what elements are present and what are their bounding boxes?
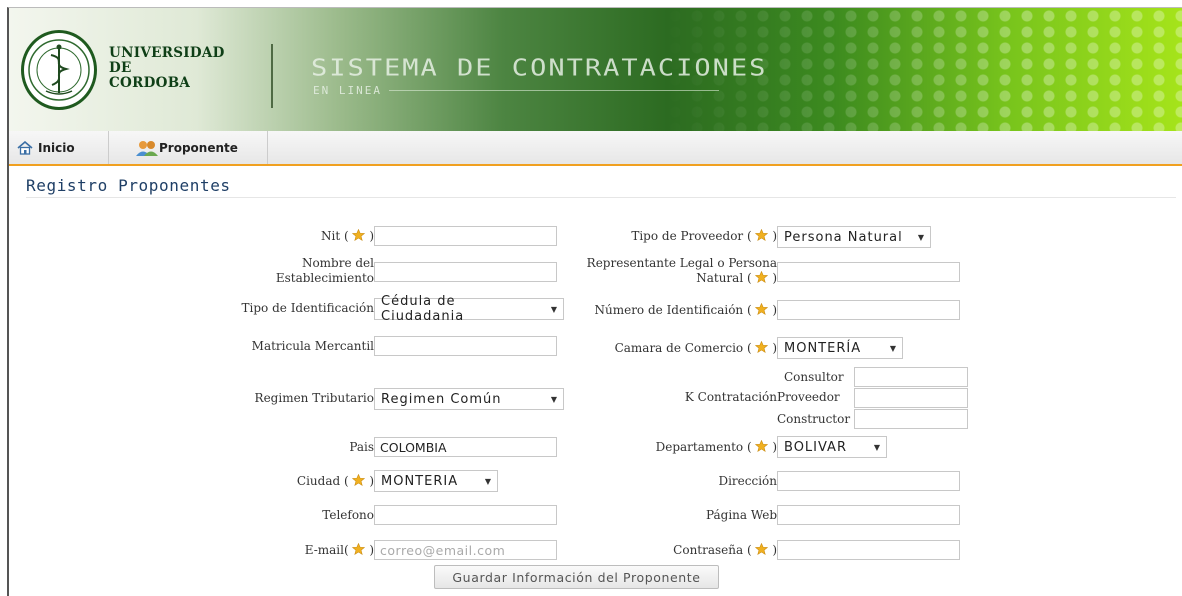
required-star-icon <box>352 543 366 555</box>
ciudad-label: Ciudad ( ) <box>296 474 374 488</box>
nombre-establecimiento-input[interactable] <box>374 262 557 282</box>
camara-comercio-label: Camara de Comercio ( ) <box>614 341 777 355</box>
nit-label: Nit ( ) <box>321 229 374 243</box>
menu-item-proponente[interactable]: Proponente <box>109 131 268 164</box>
contrasena-label: Contraseña ( ) <box>673 543 777 557</box>
k-consultor-label: Consultor <box>784 370 844 384</box>
university-name: UNIVERSIDAD DE CORDOBA <box>109 46 225 91</box>
k-constructor-label: Constructor <box>777 412 851 426</box>
dropdown-arrow-icon: ▼ <box>917 232 924 242</box>
matricula-mercantil-label: Matricula Mercantil <box>251 339 374 353</box>
users-icon <box>135 139 159 157</box>
k-proveedor-input[interactable] <box>854 388 968 408</box>
guardar-proponente-button[interactable]: Guardar Información del Proponente <box>434 565 719 589</box>
required-star-icon <box>755 303 769 315</box>
representante-legal-label: Representante Legal o Persona Natural ( … <box>586 256 777 285</box>
departamento-label: Departamento ( ) <box>655 440 777 454</box>
home-icon <box>17 140 33 155</box>
university-name-line1: UNIVERSIDAD <box>109 45 225 61</box>
dropdown-arrow-icon: ▼ <box>889 343 896 353</box>
direccion-label: Dirección <box>718 474 777 488</box>
tipo-proveedor-select[interactable]: Persona Natural ▼ <box>777 226 931 248</box>
required-star-icon <box>755 440 769 452</box>
departamento-select[interactable]: BOLIVAR ▼ <box>777 436 887 458</box>
system-title: SISTEMA DE CONTRATACIONES <box>311 55 768 82</box>
direccion-input[interactable] <box>777 471 960 491</box>
pais-label: Pais <box>349 440 374 454</box>
header-divider <box>271 44 273 108</box>
tipo-identificacion-select[interactable]: Cédula de Ciudadania ▼ <box>374 294 564 324</box>
nombre-establecimiento-label: Nombre del Establecimiento <box>275 256 374 285</box>
k-consultor-input[interactable] <box>854 367 968 387</box>
dropdown-arrow-icon: ▼ <box>484 476 491 486</box>
title-divider <box>26 197 1176 198</box>
required-star-icon <box>755 341 769 353</box>
app-frame: UNIVERSIDAD DE CORDOBA SISTEMA DE CONTRA… <box>7 7 1182 596</box>
k-contratacion-label: K Contratación <box>684 390 777 404</box>
page-title: Registro Proponentes <box>26 176 231 195</box>
telefono-input[interactable] <box>374 505 557 525</box>
dropdown-arrow-icon: ▼ <box>550 394 557 404</box>
email-input[interactable] <box>374 540 557 560</box>
required-star-icon <box>755 271 769 283</box>
pagina-web-label: Página Web <box>705 508 777 522</box>
dropdown-arrow-icon: ▼ <box>550 304 557 314</box>
menu-item-inicio[interactable]: Inicio <box>9 131 109 164</box>
matricula-mercantil-input[interactable] <box>374 336 557 356</box>
dropdown-arrow-icon: ▼ <box>873 442 880 452</box>
required-star-icon <box>352 229 366 241</box>
ciudad-select[interactable]: MONTERIA ▼ <box>374 470 498 492</box>
university-seal-logo <box>21 30 97 110</box>
menu-item-inicio-label: Inicio <box>38 140 75 155</box>
tipo-identificacion-label: Tipo de Identificación <box>241 301 374 315</box>
telefono-label: Telefono <box>322 508 374 522</box>
pagina-web-input[interactable] <box>777 505 960 525</box>
required-star-icon <box>755 543 769 555</box>
regimen-tributario-select[interactable]: Regimen Común ▼ <box>374 388 564 410</box>
header-banner: UNIVERSIDAD DE CORDOBA SISTEMA DE CONTRA… <box>9 8 1182 131</box>
main-menu-bar: Inicio Proponente <box>9 131 1182 166</box>
representante-legal-input[interactable] <box>777 262 960 282</box>
numero-identificacion-input[interactable] <box>777 300 960 320</box>
university-name-line2: DE <box>109 60 132 76</box>
menu-item-proponente-label: Proponente <box>159 140 238 155</box>
k-constructor-input[interactable] <box>854 409 968 429</box>
subtitle-rule <box>389 90 719 91</box>
email-label: E-mail( ) <box>304 543 374 557</box>
regimen-tributario-label: Regimen Tributario <box>254 391 374 405</box>
contrasena-input[interactable] <box>777 540 960 560</box>
required-star-icon <box>352 474 366 486</box>
system-subtitle: EN LINEA <box>313 84 382 97</box>
k-proveedor-label: Proveedor <box>777 390 840 404</box>
numero-identificacion-label: Número de Identificaión ( ) <box>594 303 777 317</box>
camara-comercio-select[interactable]: MONTERÍA ▼ <box>777 337 903 359</box>
pais-input[interactable] <box>374 437 557 457</box>
tipo-proveedor-label: Tipo de Proveedor ( ) <box>631 229 777 243</box>
university-name-line3: CORDOBA <box>109 75 191 91</box>
nit-input[interactable] <box>374 226 557 246</box>
required-star-icon <box>755 229 769 241</box>
